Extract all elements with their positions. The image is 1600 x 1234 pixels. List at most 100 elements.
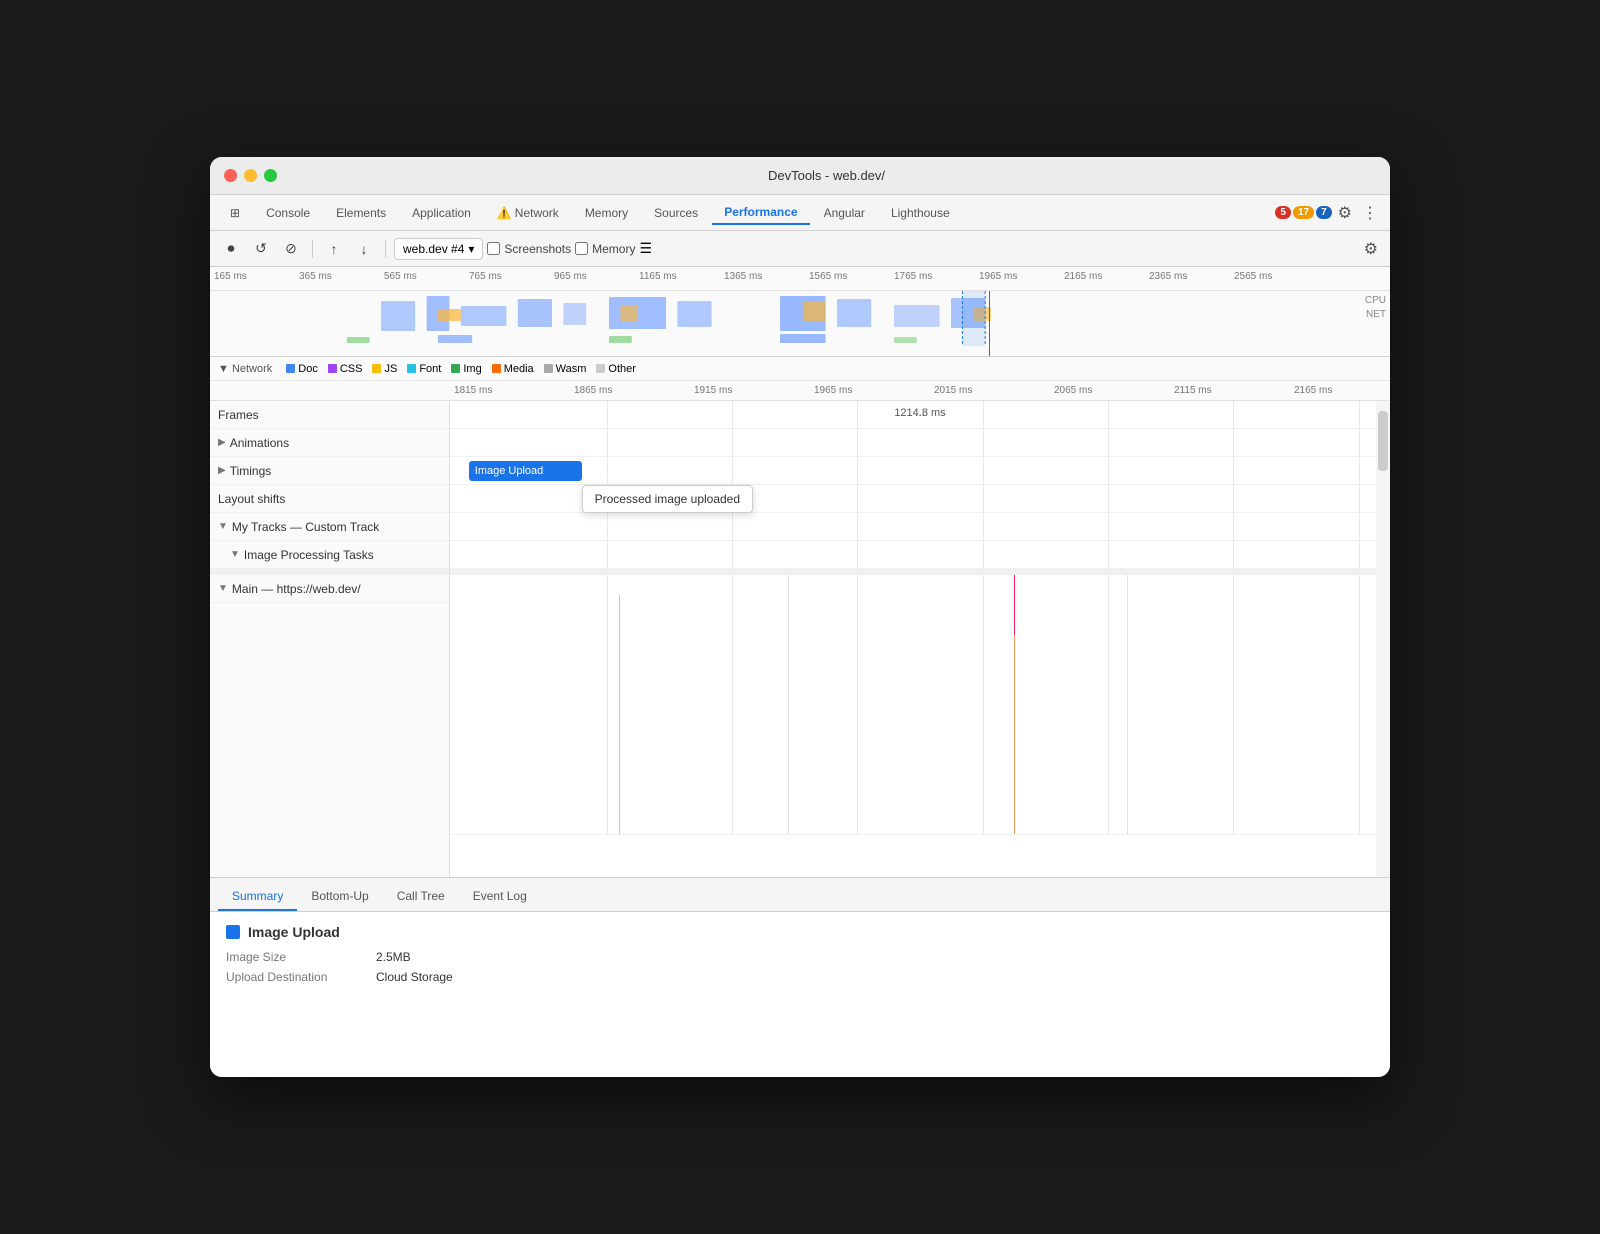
maximize-button[interactable] (264, 169, 277, 182)
memory-icon: ☰ (639, 240, 652, 257)
devtools-window: DevTools - web.dev/ ⊞ Console Elements A… (210, 157, 1390, 1077)
font-color (407, 364, 416, 373)
tab-network[interactable]: ⚠️ Network (485, 202, 571, 224)
ruler-tick-11: 2365 ms (1145, 271, 1230, 282)
bottom-tab-bottom-up[interactable]: Bottom-Up (297, 883, 382, 911)
ruler-tick-4: 965 ms (550, 271, 635, 282)
summary-upload-dest-row: Upload Destination Cloud Storage (226, 970, 1374, 984)
clear-button[interactable]: ⊘ (278, 236, 304, 262)
summary-title: Image Upload (226, 924, 1374, 940)
upload-button[interactable]: ↑ (321, 236, 347, 262)
timeline-area[interactable]: 165 ms 365 ms 565 ms 765 ms 965 ms 1165 … (210, 267, 1390, 357)
timeline-ruler: 165 ms 365 ms 565 ms 765 ms 965 ms 1165 … (210, 267, 1390, 291)
ruler-tick-10: 2165 ms (1060, 271, 1145, 282)
ruler2-tick-0: 1815 ms (450, 381, 570, 400)
record-button[interactable]: ⏺ (218, 236, 244, 262)
more-options-icon[interactable]: ⋮ (1358, 199, 1382, 227)
legend-other-label: Other (608, 363, 636, 375)
timings-label: Timings (230, 464, 272, 478)
bottom-tab-event-log[interactable]: Event Log (459, 883, 541, 911)
tab-application[interactable]: Application (400, 202, 483, 224)
ruler2-tick-5: 2065 ms (1050, 381, 1170, 400)
reload-button[interactable]: ↺ (248, 236, 274, 262)
download-button[interactable]: ↓ (351, 236, 377, 262)
image-size-value: 2.5MB (376, 950, 411, 964)
ruler2-tick-4: 2015 ms (930, 381, 1050, 400)
doc-color (286, 364, 295, 373)
bottom-tab-summary[interactable]: Summary (218, 883, 297, 911)
legend-font: Font (407, 363, 441, 375)
toolbar-settings-icon[interactable]: ⚙ (1360, 235, 1382, 263)
img-color (451, 364, 460, 373)
tracks-panel: Frames ▶ Animations ▶ Timings Layout shi… (210, 401, 450, 877)
screenshots-checkbox[interactable] (487, 242, 500, 255)
legend-font-label: Font (419, 363, 441, 375)
info-badge: 7 (1316, 206, 1332, 219)
ruler-tick-3: 765 ms (465, 271, 550, 282)
minimize-button[interactable] (244, 169, 257, 182)
track-my-tracks[interactable]: ▼ My Tracks — Custom Track (210, 513, 449, 541)
image-processing-row (450, 541, 1390, 569)
timeline-chart[interactable] (210, 291, 1350, 356)
network-toggle[interactable]: ▼ Network (218, 363, 272, 375)
timeline-content[interactable]: ... 1214.8 ms Image Upload Processed ima… (450, 401, 1390, 877)
ruler-tick-7: 1565 ms (805, 271, 890, 282)
legend-media-label: Media (504, 363, 534, 375)
legend-css-label: CSS (340, 363, 363, 375)
track-layout-shifts[interactable]: Layout shifts (210, 485, 449, 513)
track-image-processing[interactable]: ▼ Image Processing Tasks (210, 541, 449, 569)
main-yellow-line-2 (1014, 635, 1015, 834)
tab-elements[interactable]: Elements (324, 202, 398, 224)
close-button[interactable] (224, 169, 237, 182)
legend-wasm-label: Wasm (556, 363, 587, 375)
main-label: Main — https://web.dev/ (232, 582, 361, 596)
memory-checkbox[interactable] (575, 242, 588, 255)
main-vline-1 (788, 575, 789, 834)
legend-js: JS (372, 363, 397, 375)
track-animations[interactable]: ▶ Animations (210, 429, 449, 457)
scrollbar-thumb[interactable] (1378, 411, 1388, 471)
legend-other: Other (596, 363, 636, 375)
settings-icon[interactable]: ⚙ (1334, 199, 1356, 227)
cpu-label: CPU (1365, 295, 1386, 306)
timeline-pink-marker (989, 291, 990, 357)
animations-track-row (450, 429, 1390, 457)
css-color (328, 364, 337, 373)
ruler2-tick-6: 2115 ms (1170, 381, 1290, 400)
profile-selector[interactable]: web.dev #4 ▾ (394, 238, 483, 260)
screenshots-label: Screenshots (504, 242, 571, 256)
legend-doc-label: Doc (298, 363, 318, 375)
tab-console[interactable]: Console (254, 202, 322, 224)
toolbar-divider-2 (385, 240, 386, 258)
js-color (372, 364, 381, 373)
main-track-row (450, 575, 1390, 835)
tab-selector[interactable]: ⊞ (218, 202, 252, 224)
dropdown-arrow-icon: ▾ (468, 242, 474, 256)
image-upload-bar[interactable]: Image Upload (469, 461, 582, 481)
bottom-panel: Summary Bottom-Up Call Tree Event Log Im… (210, 877, 1390, 1077)
tab-performance[interactable]: Performance (712, 201, 809, 225)
other-color (596, 364, 605, 373)
tab-memory[interactable]: Memory (573, 202, 640, 224)
toolbar-divider-1 (312, 240, 313, 258)
ruler2-tick-3: 1965 ms (810, 381, 930, 400)
ruler-tick-6: 1365 ms (720, 271, 805, 282)
memory-checkbox-label[interactable]: Memory (575, 242, 635, 256)
tab-lighthouse[interactable]: Lighthouse (879, 202, 962, 224)
ruler2-tick-1: 1865 ms (570, 381, 690, 400)
scrollbar[interactable] (1376, 401, 1390, 877)
bottom-tab-call-tree[interactable]: Call Tree (383, 883, 459, 911)
ruler-tick-2: 565 ms (380, 271, 465, 282)
legend-js-label: JS (384, 363, 397, 375)
ruler-tick-12: 2565 ms (1230, 271, 1315, 282)
track-timings[interactable]: ▶ Timings (210, 457, 449, 485)
tab-angular[interactable]: Angular (812, 202, 877, 224)
ruler2-tick-7: 2165 ms (1290, 381, 1390, 400)
track-frames[interactable]: Frames (210, 401, 449, 429)
tab-sources[interactable]: Sources (642, 202, 710, 224)
summary-color-indicator (226, 925, 240, 939)
track-main[interactable]: ▼ Main — https://web.dev/ (210, 575, 449, 603)
ruler-tick-5: 1165 ms (635, 271, 720, 282)
legend-img: Img (451, 363, 481, 375)
screenshots-checkbox-label[interactable]: Screenshots (487, 242, 571, 256)
